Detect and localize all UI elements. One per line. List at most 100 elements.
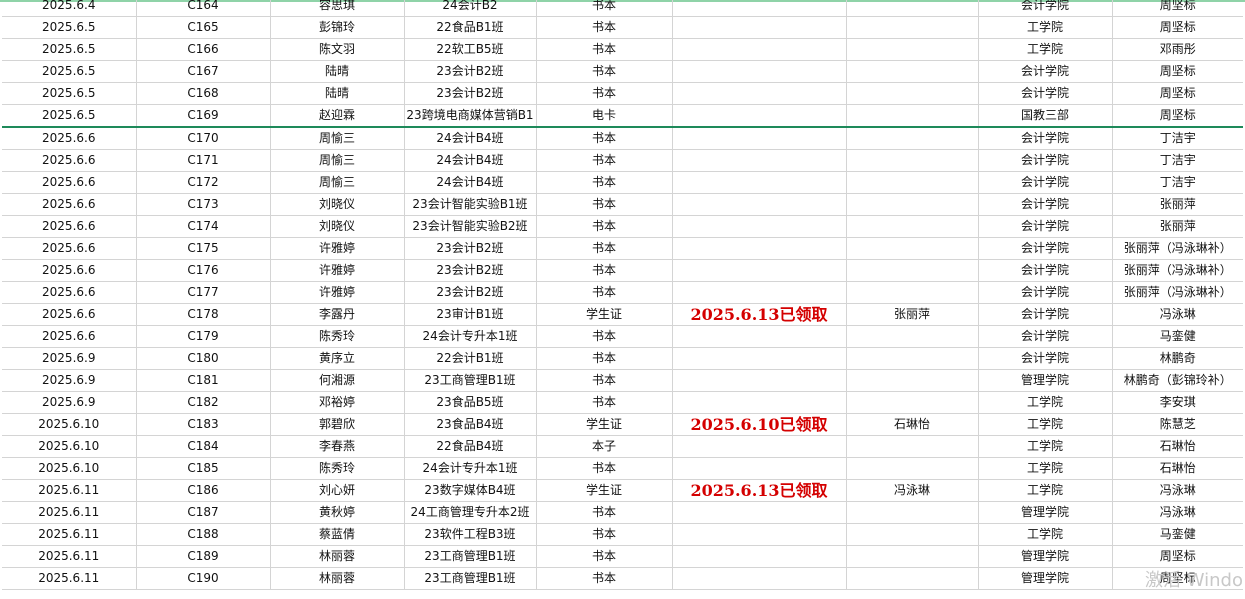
code-cell[interactable]: C185	[136, 457, 271, 480]
status-cell[interactable]	[672, 237, 847, 260]
handler-cell[interactable]: 邓雨彤	[1112, 38, 1243, 61]
class-cell[interactable]: 23工商管理B1班	[404, 545, 537, 568]
table-row[interactable]: 2025.6.11 C188 蔡蓝倩 23软件工程B3班 书本 工学院 马銮健	[2, 523, 1243, 546]
status-cell[interactable]	[672, 435, 847, 458]
class-cell[interactable]: 23会计B2班	[404, 237, 537, 260]
name-cell[interactable]: 郭碧欣	[270, 413, 405, 436]
table-row[interactable]: 2025.6.5 C165 彭锦玲 22食品B1班 书本 工学院 周坚标	[2, 16, 1243, 39]
date-cell[interactable]: 2025.6.6	[2, 281, 137, 304]
college-cell[interactable]: 会计学院	[978, 127, 1113, 150]
code-cell[interactable]: C170	[136, 127, 271, 150]
table-row[interactable]: 2025.6.6 C179 陈秀玲 24会计专升本1班 书本 会计学院 马銮健	[2, 325, 1243, 348]
receiver-cell[interactable]	[846, 38, 979, 61]
item-cell[interactable]: 书本	[536, 215, 673, 238]
date-cell[interactable]: 2025.6.6	[2, 149, 137, 172]
status-cell[interactable]: 2025.6.13已领取	[672, 479, 847, 502]
item-cell[interactable]: 书本	[536, 347, 673, 370]
handler-cell[interactable]: 张丽萍	[1112, 193, 1243, 216]
item-cell[interactable]: 书本	[536, 0, 673, 17]
code-cell[interactable]: C182	[136, 391, 271, 414]
item-cell[interactable]: 书本	[536, 369, 673, 392]
table-row[interactable]: 2025.6.10 C183 郭碧欣 23食品B4班 学生证 2025.6.10已领取 石琳…	[2, 413, 1243, 436]
status-cell[interactable]	[672, 457, 847, 480]
table-row[interactable]: 2025.6.6 C177 许雅婷 23会计B2班 书本 会计学院 张丽萍（冯泳琳补）	[2, 281, 1243, 304]
code-cell[interactable]: C169	[136, 104, 271, 128]
class-cell[interactable]: 24会计B2	[404, 0, 537, 17]
receiver-cell[interactable]	[846, 193, 979, 216]
receiver-cell[interactable]	[846, 60, 979, 83]
receiver-cell[interactable]	[846, 104, 979, 128]
receiver-cell[interactable]	[846, 259, 979, 282]
class-cell[interactable]: 24会计B4班	[404, 171, 537, 194]
code-cell[interactable]: C174	[136, 215, 271, 238]
item-cell[interactable]: 书本	[536, 259, 673, 282]
college-cell[interactable]: 会计学院	[978, 171, 1113, 194]
date-cell[interactable]: 2025.6.6	[2, 325, 137, 348]
handler-cell[interactable]: 冯泳琳	[1112, 501, 1243, 524]
status-cell[interactable]	[672, 171, 847, 194]
code-cell[interactable]: C186	[136, 479, 271, 502]
class-cell[interactable]: 23食品B4班	[404, 413, 537, 436]
table-row[interactable]: 2025.6.5 C169 赵迎霖 23跨境电商媒体营销B1 电卡 国教三部 周坚标	[2, 104, 1243, 128]
class-cell[interactable]: 24会计B4班	[404, 149, 537, 172]
receiver-cell[interactable]	[846, 171, 979, 194]
table-row[interactable]: 2025.6.11 C189 林丽蓉 23工商管理B1班 书本 管理学院 周坚标	[2, 545, 1243, 568]
table-row[interactable]: 2025.6.11 C186 刘心妍 23数字媒体B4班 学生证 2025.6.13已领取…	[2, 479, 1243, 502]
date-cell[interactable]: 2025.6.9	[2, 369, 137, 392]
handler-cell[interactable]: 丁洁宇	[1112, 149, 1243, 172]
class-cell[interactable]: 23会计智能实验B1班	[404, 193, 537, 216]
receiver-cell[interactable]	[846, 237, 979, 260]
class-cell[interactable]: 23会计B2班	[404, 281, 537, 304]
handler-cell[interactable]: 周坚标	[1112, 545, 1243, 568]
college-cell[interactable]: 工学院	[978, 457, 1113, 480]
name-cell[interactable]: 刘晓仪	[270, 193, 405, 216]
code-cell[interactable]: C188	[136, 523, 271, 546]
college-cell[interactable]: 会计学院	[978, 193, 1113, 216]
status-cell[interactable]	[672, 193, 847, 216]
status-cell[interactable]: 2025.6.13已领取	[672, 303, 847, 326]
table-row[interactable]: 2025.6.11 C187 黄秋婷 24工商管理专升本2班 书本 管理学院 冯泳琳	[2, 501, 1243, 524]
college-cell[interactable]: 会计学院	[978, 149, 1113, 172]
college-cell[interactable]: 会计学院	[978, 82, 1113, 105]
table-row[interactable]: 2025.6.4 C164 容思琪 24会计B2 书本 会计学院 周坚标	[2, 0, 1243, 17]
receiver-cell[interactable]	[846, 127, 979, 150]
name-cell[interactable]: 刘心妍	[270, 479, 405, 502]
date-cell[interactable]: 2025.6.9	[2, 347, 137, 370]
item-cell[interactable]: 本子	[536, 435, 673, 458]
table-row[interactable]: 2025.6.10 C184 李春燕 22食品B4班 本子 工学院 石琳怡	[2, 435, 1243, 458]
date-cell[interactable]: 2025.6.6	[2, 303, 137, 326]
item-cell[interactable]: 书本	[536, 545, 673, 568]
table-row[interactable]: 2025.6.6 C176 许雅婷 23会计B2班 书本 会计学院 张丽萍（冯泳琳补）	[2, 259, 1243, 282]
college-cell[interactable]: 管理学院	[978, 567, 1113, 590]
date-cell[interactable]: 2025.6.5	[2, 16, 137, 39]
college-cell[interactable]: 国教三部	[978, 104, 1113, 128]
handler-cell[interactable]: 林鹏奇	[1112, 347, 1243, 370]
class-cell[interactable]: 22会计B1班	[404, 347, 537, 370]
code-cell[interactable]: C177	[136, 281, 271, 304]
handler-cell[interactable]: 石琳怡	[1112, 435, 1243, 458]
status-cell[interactable]	[672, 501, 847, 524]
status-cell[interactable]	[672, 523, 847, 546]
receiver-cell[interactable]	[846, 545, 979, 568]
code-cell[interactable]: C175	[136, 237, 271, 260]
item-cell[interactable]: 书本	[536, 281, 673, 304]
table-row[interactable]: 2025.6.11 C190 林丽蓉 23工商管理B1班 书本 管理学院 周坚标	[2, 567, 1243, 590]
class-cell[interactable]: 23工商管理B1班	[404, 567, 537, 590]
date-cell[interactable]: 2025.6.11	[2, 567, 137, 590]
class-cell[interactable]: 24会计专升本1班	[404, 325, 537, 348]
handler-cell[interactable]: 周坚标	[1112, 60, 1243, 83]
class-cell[interactable]: 24工商管理专升本2班	[404, 501, 537, 524]
name-cell[interactable]: 陈秀玲	[270, 457, 405, 480]
status-cell[interactable]	[672, 60, 847, 83]
college-cell[interactable]: 会计学院	[978, 237, 1113, 260]
receiver-cell[interactable]	[846, 325, 979, 348]
name-cell[interactable]: 陈文羽	[270, 38, 405, 61]
class-cell[interactable]: 22软工B5班	[404, 38, 537, 61]
date-cell[interactable]: 2025.6.5	[2, 60, 137, 83]
date-cell[interactable]: 2025.6.6	[2, 127, 137, 150]
receiver-cell[interactable]: 张丽萍	[846, 303, 979, 326]
date-cell[interactable]: 2025.6.6	[2, 259, 137, 282]
code-cell[interactable]: C184	[136, 435, 271, 458]
name-cell[interactable]: 李露丹	[270, 303, 405, 326]
table-row[interactable]: 2025.6.6 C171 周愉三 24会计B4班 书本 会计学院 丁洁宇	[2, 149, 1243, 172]
